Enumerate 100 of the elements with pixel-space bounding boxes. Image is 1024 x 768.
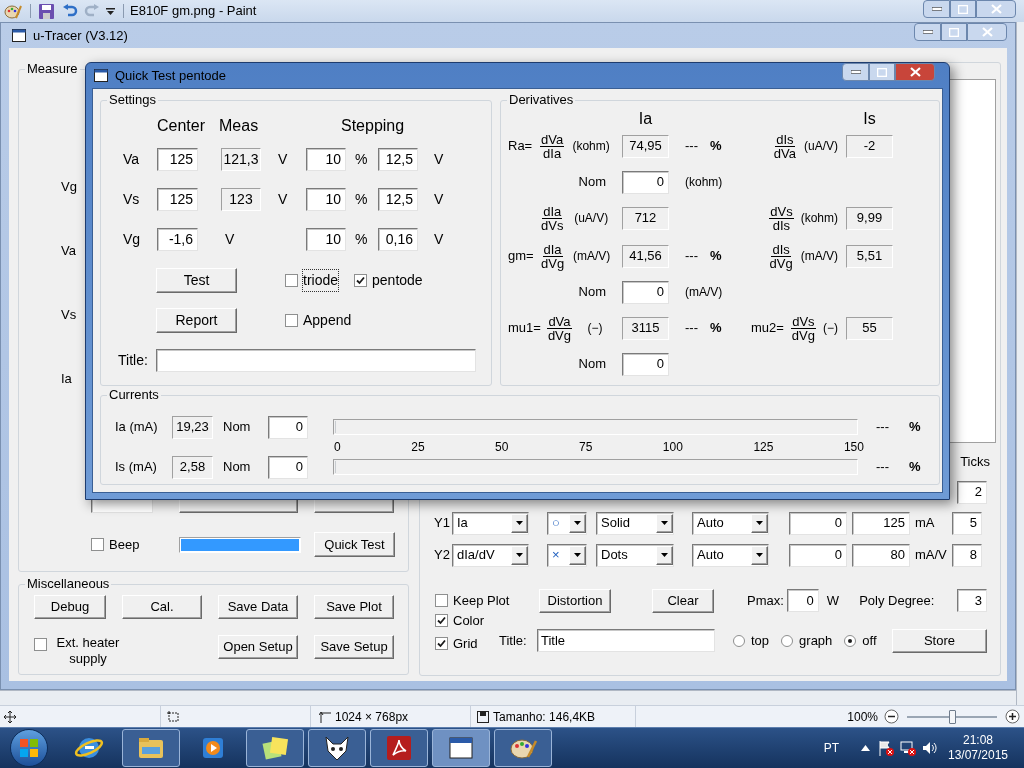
input-field[interactable]: 8 [952,543,982,567]
input-field[interactable]: 0 [268,415,308,439]
zoom-out-icon[interactable] [884,709,899,724]
minimize-button[interactable] [914,23,941,41]
button[interactable]: Test [156,268,237,293]
checkbox[interactable] [354,274,368,287]
maximize-button[interactable] [869,63,895,81]
checkbox[interactable] [285,274,298,287]
checkbox[interactable] [34,638,47,651]
input-field[interactable]: 10 [306,188,346,211]
start-button[interactable] [10,729,48,767]
input-field[interactable]: 0 [622,352,669,376]
quick-test-button[interactable]: Quick Test [314,532,395,557]
input-field[interactable]: 0 [786,589,819,612]
input-field[interactable]: 125 [157,188,198,211]
maximize-button[interactable] [950,0,976,18]
radio-label: top [751,631,770,650]
title-field[interactable] [156,349,476,372]
dropdown[interactable]: Auto [692,511,769,535]
button[interactable]: Save Plot [314,595,394,619]
input-field[interactable]: 10 [306,148,346,171]
button[interactable]: Cal. [122,595,202,619]
input-field[interactable]: 0 [268,455,308,479]
language-indicator[interactable]: PT [823,739,839,757]
radio-button[interactable] [733,634,745,647]
clock-date[interactable]: 13/07/2015 [947,748,1009,763]
button[interactable]: Report [156,308,237,333]
title-field[interactable]: Title [537,629,715,652]
save-icon [477,710,489,723]
button[interactable]: Distortion [539,588,611,613]
dropdown[interactable]: ○ [547,511,587,535]
scale-label: 0 [334,439,341,456]
maximize-button[interactable] [941,23,967,41]
input-field[interactable]: 125 [852,511,910,535]
vertical-scrollbar[interactable] [1016,22,1024,705]
input-field[interactable]: 80 [852,543,910,567]
unit-label: (−) [823,320,838,337]
checkbox[interactable] [435,594,448,607]
input-field[interactable]: 0 [622,170,669,194]
zoom-slider[interactable] [907,709,997,724]
radio-button[interactable] [844,634,857,647]
dropdown[interactable]: dIa/dV [452,543,529,567]
input-field[interactable]: 5 [952,511,982,535]
button[interactable]: Store [892,628,987,653]
scale-label: 125 [753,439,774,456]
input-field[interactable]: 0 [622,280,669,304]
button[interactable]: Clear [652,588,714,613]
taskbar-button[interactable] [308,729,366,767]
input-field[interactable]: 12,5 [378,148,418,171]
nominal-label: Nom [578,355,606,374]
zoom-level: 100% [847,708,878,726]
input-field[interactable]: 0,16 [378,228,418,251]
clock-time[interactable]: 21:08 [963,733,993,748]
dropdown[interactable]: Ia [452,511,529,535]
input-field[interactable]: 10 [306,228,346,251]
close-button[interactable] [967,23,1007,41]
input-field[interactable]: 0 [789,511,847,535]
input-field[interactable]: 3 [957,589,987,612]
network-icon[interactable] [900,740,916,756]
undo-icon[interactable] [62,4,78,18]
input-field[interactable]: 2 [957,480,987,504]
taskbar-button[interactable] [432,729,490,767]
horizontal-scrollbar[interactable] [0,690,1016,705]
window-title: E810F gm.png - Paint [130,2,257,21]
save-icon[interactable] [39,3,54,19]
button[interactable]: Debug [34,595,106,619]
checkbox[interactable] [435,637,448,650]
input-field[interactable]: 125 [157,148,198,171]
show-hidden-icons-icon[interactable] [861,745,870,751]
checkbox[interactable] [91,538,104,551]
close-icon [981,27,993,37]
dropdown[interactable]: Auto [692,543,769,567]
close-button[interactable] [895,63,935,81]
close-button[interactable] [976,0,1016,18]
slider-thumb[interactable] [949,709,956,724]
button[interactable]: Open Setup [218,635,298,659]
unit-label: V [434,150,444,169]
checkbox[interactable] [285,314,298,327]
checkbox-label: pentode [372,271,423,290]
radio-button[interactable] [781,634,794,647]
button[interactable]: Save Data [218,595,298,619]
fraction: dIs dVa [772,132,797,160]
customize-caret-icon[interactable] [106,7,115,15]
dropdown[interactable]: Solid [596,511,674,535]
flag-icon[interactable] [878,740,894,756]
row-label: Va [123,150,141,169]
zoom-in-icon[interactable] [1005,709,1020,724]
button[interactable]: Save Setup [314,635,394,659]
input-field[interactable]: -1,6 [157,228,198,251]
minimize-button[interactable] [842,63,869,81]
speaker-icon[interactable] [922,740,938,756]
minimize-button[interactable] [923,0,950,18]
fraction: dIs dVg [768,242,794,270]
input-field[interactable]: 0 [789,543,847,567]
checkbox[interactable] [435,614,448,627]
input-field[interactable]: 12,5 [378,188,418,211]
window-icon [12,29,26,42]
dropdown[interactable]: × [547,543,587,567]
unit-label: W [826,591,840,610]
dropdown[interactable]: Dots [596,543,674,567]
